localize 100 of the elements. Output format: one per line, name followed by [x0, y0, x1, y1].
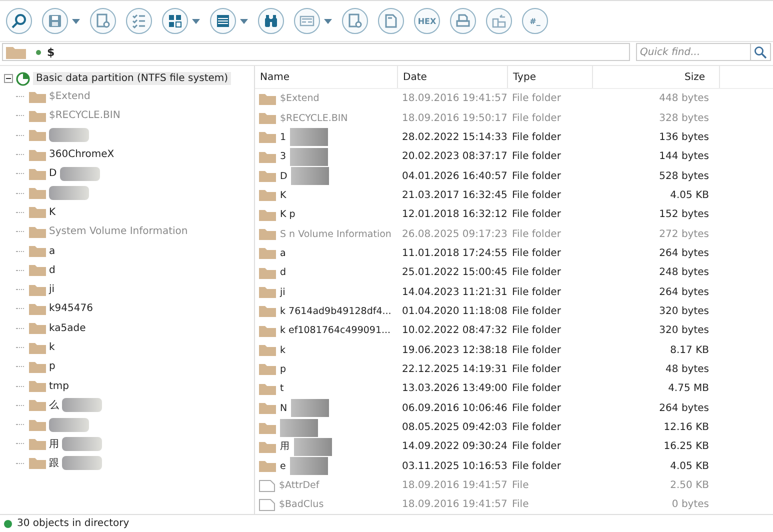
folder-icon	[29, 342, 46, 354]
folder-icon	[29, 90, 46, 103]
file-name[interactable]: D	[280, 170, 288, 182]
type-cell-text: File folder	[511, 170, 562, 182]
file-name[interactable]: 用	[280, 440, 290, 454]
size-cell-text: 48 bytes	[664, 364, 710, 375]
type-cell-text: File folder	[511, 344, 562, 356]
size-cell-text: 4.05 KB	[669, 190, 710, 201]
tree-item[interactable]: p	[49, 361, 56, 372]
caret-icon[interactable]	[72, 18, 80, 24]
file-name[interactable]: K	[280, 190, 286, 201]
caret-icon[interactable]	[324, 18, 332, 24]
doc-button[interactable]	[342, 8, 368, 34]
date-cell-text: 10.02.2022 08:47:32	[401, 325, 508, 336]
printer-button[interactable]	[450, 8, 476, 34]
file-name[interactable]: 3	[280, 151, 286, 162]
folder-icon	[259, 402, 276, 414]
tree-root-item[interactable]: Basic data partition (NTFS file system)	[33, 72, 232, 85]
file-name[interactable]: k 7614ad9b49128df4...	[280, 306, 392, 317]
folder-icon	[259, 150, 276, 163]
doc-button[interactable]	[90, 8, 116, 34]
search-button[interactable]	[751, 43, 771, 61]
folder-icon	[259, 208, 276, 221]
tree-item[interactable]: a	[49, 246, 56, 257]
toolbar-text-button[interactable]: #_	[522, 8, 548, 34]
folder-icon	[259, 189, 276, 202]
file-name[interactable]: p	[280, 364, 286, 375]
size-cell-text: 2.50 KB	[669, 480, 710, 492]
printer-icon	[455, 13, 471, 29]
date-cell-text: 21.03.2017 16:32:45	[401, 190, 508, 201]
tree-item[interactable]: tmp	[49, 380, 70, 392]
folderup-icon	[491, 13, 507, 29]
file-name[interactable]: N	[280, 402, 288, 414]
doc-icon	[95, 13, 111, 29]
folder-icon	[259, 422, 276, 434]
checklist-icon	[131, 13, 147, 29]
tree-item[interactable]: K	[49, 206, 56, 218]
date-cell-text: 26.08.2025 09:17:23	[401, 228, 508, 240]
size-cell-text: 264 bytes	[658, 286, 710, 298]
card-button[interactable]	[294, 8, 320, 34]
column-header[interactable]: Date	[398, 66, 508, 88]
tree-item[interactable]: k	[49, 342, 55, 353]
status-dot-icon	[36, 50, 41, 54]
type-cell-text: File folder	[511, 267, 562, 278]
save-button[interactable]	[42, 8, 68, 34]
path-field[interactable]: $	[2, 43, 630, 61]
file-icon	[259, 480, 275, 492]
type-cell-text: File	[511, 499, 530, 510]
file-name[interactable]: a	[280, 248, 286, 259]
caret-icon[interactable]	[192, 18, 200, 24]
tree-item[interactable]: 么	[49, 398, 59, 412]
tree-item[interactable]: D	[49, 168, 57, 180]
folder-icon	[259, 112, 276, 124]
list-button[interactable]	[210, 8, 236, 34]
toolbar-text-button[interactable]: HEX	[414, 8, 440, 34]
folder-icon	[29, 168, 46, 180]
tree-item[interactable]: 跟	[49, 456, 59, 470]
search-button[interactable]	[6, 8, 32, 34]
tree-item[interactable]: System Volume Information	[49, 226, 188, 238]
tree-item[interactable]: $Extend	[49, 91, 90, 102]
column-header[interactable]: Type	[508, 66, 593, 88]
tree-item[interactable]: k945476	[49, 303, 93, 314]
status-dot-icon	[4, 520, 12, 528]
folder-icon	[29, 457, 46, 470]
tree-item[interactable]: $RECYCLE.BIN	[49, 110, 120, 122]
column-header[interactable]: Name	[255, 66, 398, 88]
page-button[interactable]	[378, 8, 404, 34]
tree-item[interactable]: ka5ade	[49, 322, 86, 334]
tree-item[interactable]: ji	[49, 284, 55, 296]
tree-item[interactable]: d	[49, 264, 56, 276]
binoculars-button[interactable]	[258, 8, 284, 34]
size-cell-text: 328 bytes	[658, 112, 710, 124]
type-cell-text: File	[511, 480, 530, 492]
folder-icon	[259, 228, 276, 240]
file-name[interactable]: K p	[280, 209, 296, 220]
file-name[interactable]: d	[280, 267, 286, 278]
file-name[interactable]: k ef1081764c499091...	[280, 325, 391, 336]
quick-find-field[interactable]: Quick find...	[636, 43, 751, 61]
checklist-button[interactable]	[126, 8, 152, 34]
folderup-button[interactable]	[486, 8, 512, 34]
file-name[interactable]: e	[280, 460, 286, 472]
type-cell-text: File folder	[511, 306, 562, 317]
column-header[interactable]: Size	[593, 66, 720, 88]
size-cell-text: 448 bytes	[658, 93, 710, 104]
folder-icon	[29, 322, 46, 334]
file-name[interactable]: t	[280, 383, 284, 394]
file-name[interactable]: ji	[280, 286, 286, 298]
grid-button[interactable]	[162, 8, 188, 34]
date-cell-text: 22.12.2025 14:19:31	[401, 364, 508, 375]
size-cell-text: 248 bytes	[658, 267, 710, 278]
size-cell-text: 144 bytes	[658, 151, 710, 162]
date-cell-text: 14.09.2022 09:30:24	[401, 441, 508, 452]
tree-item[interactable]: 用	[49, 436, 59, 451]
tree-item[interactable]: 360ChromeX	[49, 149, 114, 160]
collapse-icon[interactable]	[4, 74, 13, 83]
caret-icon[interactable]	[240, 18, 248, 24]
folder-icon	[259, 131, 276, 144]
folder-icon	[259, 92, 276, 105]
file-name[interactable]: 1	[280, 132, 286, 143]
file-name[interactable]: k	[280, 344, 286, 356]
